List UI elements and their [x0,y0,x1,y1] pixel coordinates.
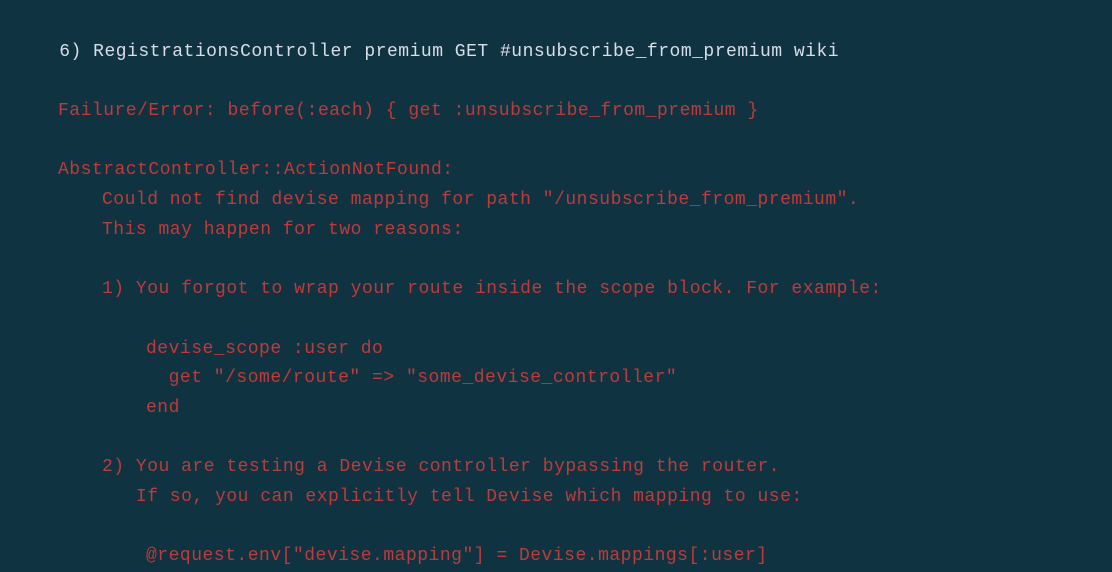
test-header: 6) RegistrationsController premium GET #… [4,8,1112,97]
blank-line [4,127,1112,157]
blank-line [4,305,1112,335]
error-message-line: devise_scope :user do [4,335,1112,365]
error-message-line: get "/some/route" => "some_devise_contro… [4,364,1112,394]
error-class: AbstractController::ActionNotFound: [4,156,1112,186]
error-message-line: This may happen for two reasons: [4,216,1112,246]
error-message-line: 2) You are testing a Devise controller b… [4,453,1112,483]
error-message-line: Could not find devise mapping for path "… [4,186,1112,216]
terminal-output: 6) RegistrationsController premium GET #… [4,8,1112,572]
blank-line [4,246,1112,276]
blank-line [4,424,1112,454]
blank-line [4,513,1112,543]
test-title: RegistrationsController premium GET #uns… [93,42,839,62]
error-message-line: If so, you can explicitly tell Devise wh… [4,483,1112,513]
error-message-line: @request.env["devise.mapping"] = Devise.… [4,542,1112,572]
error-message-line: end [4,394,1112,424]
test-number: 6) [59,42,82,62]
failure-error-line: Failure/Error: before(:each) { get :unsu… [4,97,1112,127]
error-message-line: 1) You forgot to wrap your route inside … [4,275,1112,305]
